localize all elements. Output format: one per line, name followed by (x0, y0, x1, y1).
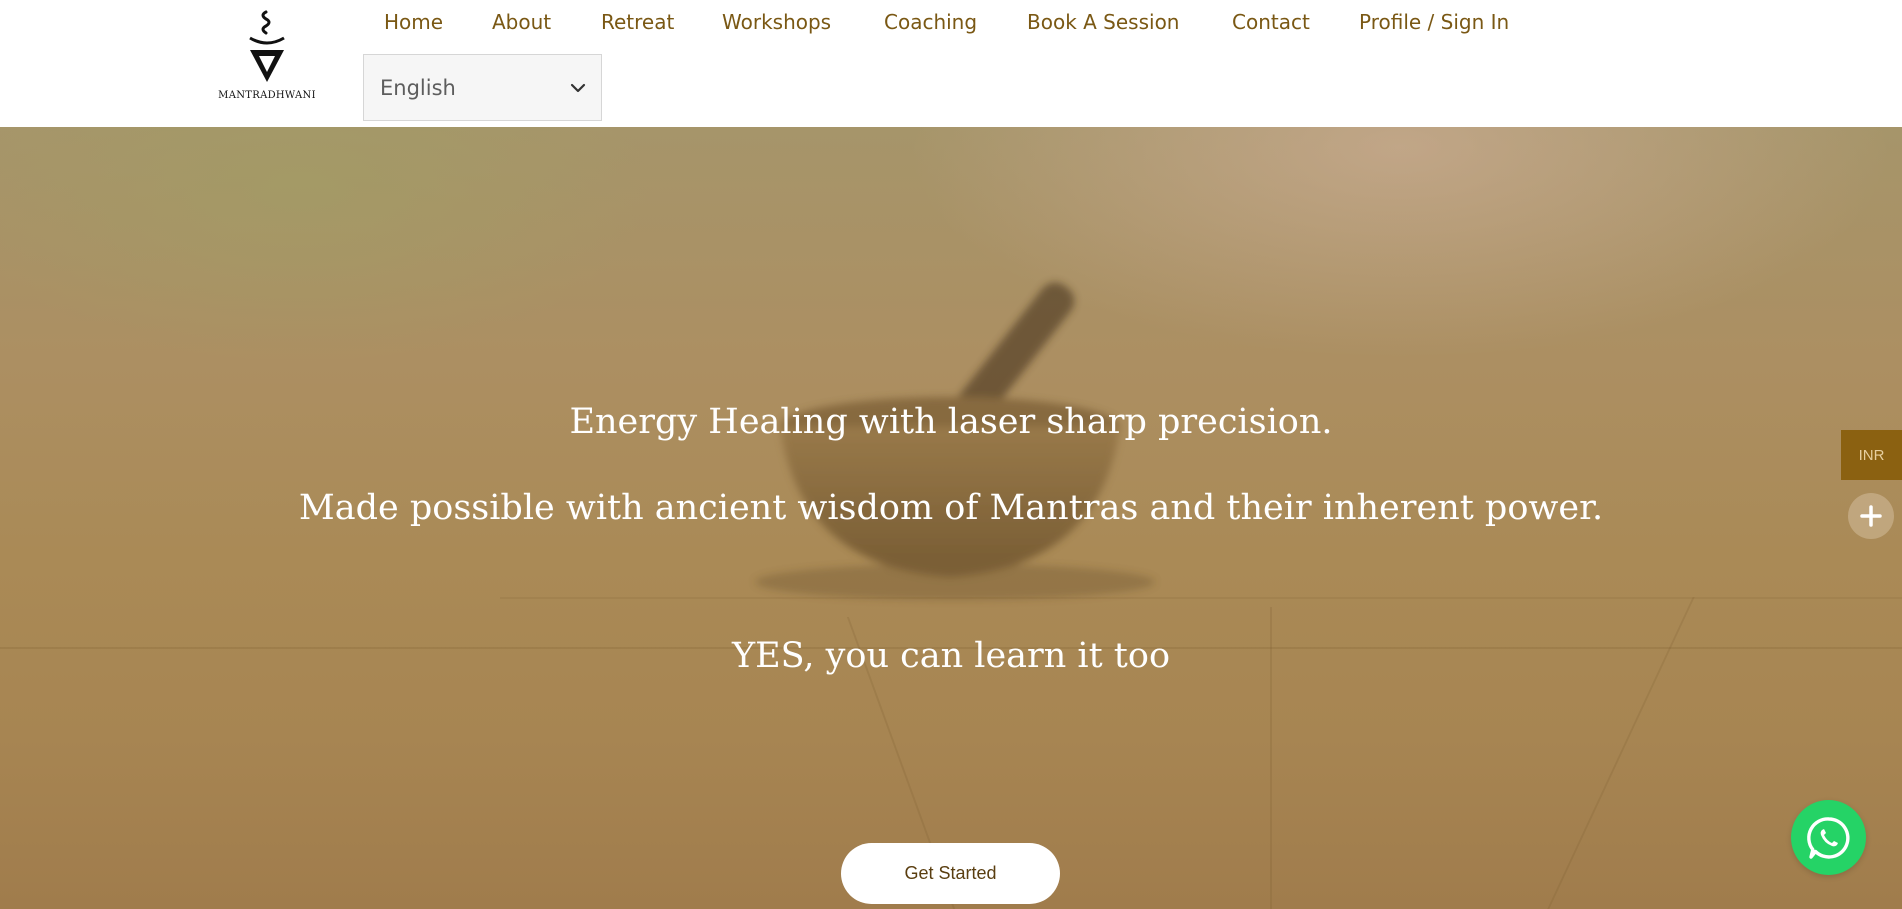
hero-section: Energy Healing with laser sharp precisio… (0, 127, 1902, 909)
nav-item-retreat[interactable]: Retreat (601, 10, 674, 34)
nav-item-home[interactable]: Home (384, 10, 443, 34)
nav-item-book-a-session[interactable]: Book A Session (1027, 10, 1179, 34)
singing-bowl-image (755, 282, 1155, 600)
hero-subheadline: Made possible with ancient wisdom of Man… (298, 488, 1604, 528)
nav-item-contact[interactable]: Contact (1232, 10, 1310, 34)
site-header: MANTRADHWANI Home About Retreat Workshop… (0, 0, 1902, 127)
get-started-label: Get Started (904, 863, 997, 883)
get-started-button[interactable]: Get Started (841, 843, 1060, 904)
plus-icon (1860, 505, 1882, 527)
hero-headline: Energy Healing with laser sharp precisio… (569, 402, 1333, 442)
whatsapp-chat-button[interactable] (1791, 800, 1866, 875)
language-select[interactable]: English (363, 54, 602, 121)
nav-item-about[interactable]: About (492, 10, 551, 34)
currency-label: INR (1858, 446, 1885, 464)
nav-item-workshops[interactable]: Workshops (722, 10, 831, 34)
expand-button[interactable] (1848, 493, 1894, 539)
whatsapp-icon (1806, 816, 1850, 859)
hero-tagline: YES, you can learn it too (731, 636, 1171, 676)
currency-switcher[interactable]: INR (1841, 430, 1902, 480)
main-nav: Home About Retreat Workshops Coaching Bo… (0, 0, 1902, 46)
chevron-down-icon (570, 83, 586, 93)
nav-item-profile-sign-in[interactable]: Profile / Sign In (1359, 10, 1509, 34)
nav-item-coaching[interactable]: Coaching (884, 10, 977, 34)
logo-wordmark: MANTRADHWANI (218, 90, 316, 101)
language-select-value: English (380, 76, 456, 100)
